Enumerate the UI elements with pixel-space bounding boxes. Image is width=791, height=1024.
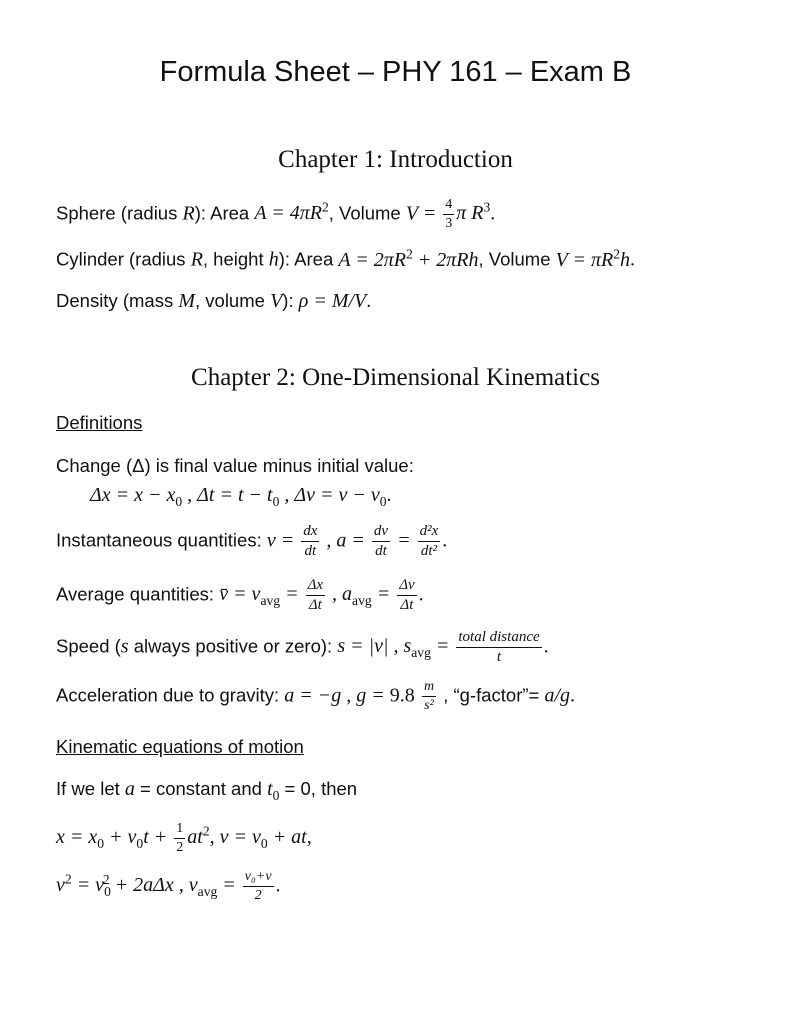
- density-formula: Density (mass M, volume V): ρ = M/V.: [56, 290, 372, 312]
- page-title: Formula Sheet – PHY 161 – Exam B: [159, 56, 632, 88]
- speed-formula: Speed (s always positive or zero): s = |…: [56, 629, 549, 665]
- change-text: Change (Δ) is final value minus initial …: [56, 455, 414, 476]
- chapter1-heading: Chapter 1: Introduction: [278, 146, 513, 173]
- sphere-formula: Sphere (radius R): Area A = 4πR2, Volume…: [56, 197, 496, 231]
- kinematic-equation-1: x = x0 + v0t + 1 2 at2, v = v0 + at,: [56, 821, 312, 855]
- change-formula: Δx = x − x0 , Δt = t − t0 , Δv = v − v0.: [90, 484, 392, 509]
- condition-text: If we let a = constant and t0 = 0, then: [56, 778, 358, 803]
- chapter2-heading: Chapter 2: One-Dimensional Kinematics: [191, 364, 600, 391]
- definitions-heading: Definitions: [56, 412, 143, 433]
- cylinder-formula: Cylinder (radius R, height h): Area A = …: [56, 246, 636, 271]
- kinematic-equation-2: v2 = v02 + 2aΔx , vavg = v₀+v 2.: [56, 869, 281, 903]
- gravity-formula: Acceleration due to gravity: a = −g , g …: [56, 679, 576, 713]
- kinematic-heading: Kinematic equations of motion: [56, 736, 304, 757]
- instantaneous-formula: Instantaneous quantities: v = dx dt , a =…: [56, 523, 448, 559]
- average-formula: Average quantities: v̄ = vavg = Δx Δt , a…: [56, 577, 424, 613]
